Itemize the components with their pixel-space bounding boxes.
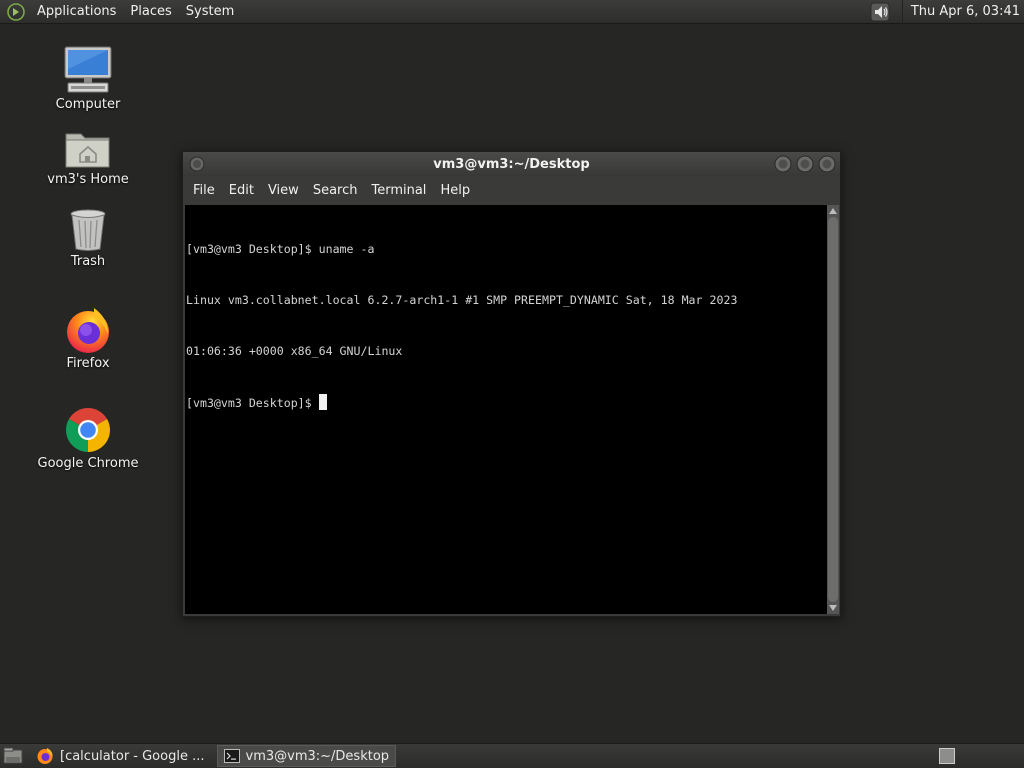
scrollbar-thumb[interactable] [828,217,838,602]
terminal-line: 01:06:36 +0000 x86_64 GNU/Linux [186,344,403,358]
menu-system[interactable]: System [179,0,241,24]
desktop-icon-home[interactable]: vm3's Home [33,128,143,187]
desktop-icon-label: Google Chrome [37,456,139,471]
desktop-icon-label: Trash [70,254,106,269]
taskbar-item-label: vm3@vm3:~/Desktop [245,748,390,764]
distro-logo-icon[interactable] [6,2,26,22]
window-menu-icon[interactable] [189,156,205,172]
bottom-panel: [calculator - Google ... vm3@vm3:~/Deskt… [0,743,1024,768]
terminal-scrollbar[interactable] [827,205,839,614]
minimize-icon[interactable] [774,155,792,173]
menu-edit[interactable]: Edit [222,176,261,205]
maximize-icon[interactable] [796,155,814,173]
menu-view[interactable]: View [261,176,306,205]
taskbar-item-label: [calculator - Google ... [60,748,205,764]
close-icon[interactable] [818,155,836,173]
top-panel-tray: Thu Apr 6, 03:41 [870,0,1024,24]
desktop-icon-firefox[interactable]: Firefox [33,306,143,371]
window-titlebar[interactable]: vm3@vm3:~/Desktop [183,152,840,176]
firefox-icon [37,748,53,764]
menu-help[interactable]: Help [433,176,477,205]
terminal-prompt: [vm3@vm3 Desktop]$ [186,396,319,410]
desktop-icon-trash[interactable]: Trash [33,208,143,269]
menu-search[interactable]: Search [306,176,365,205]
terminal-output[interactable]: [vm3@vm3 Desktop]$ uname -a Linux vm3.co… [185,205,827,614]
trash-icon [70,209,106,251]
top-menu-bar: Applications Places System [30,0,241,24]
scroll-up-arrow-icon[interactable] [827,205,839,217]
desktop-icon-computer[interactable]: Computer [33,45,143,112]
panel-clock[interactable]: Thu Apr 6, 03:41 [901,0,1024,24]
menu-terminal[interactable]: Terminal [364,176,433,205]
desktop-icon-label: vm3's Home [47,172,129,187]
window-title: vm3@vm3:~/Desktop [433,156,590,172]
desktop-icon-label: Computer [55,97,121,112]
terminal-menubar: File Edit View Search Terminal Help [183,176,840,205]
menu-places[interactable]: Places [123,0,178,24]
desktop-icon-chrome[interactable]: Google Chrome [33,406,143,471]
terminal-prompt-line: [vm3@vm3 Desktop]$ [186,394,826,412]
menu-applications[interactable]: Applications [30,0,123,24]
window-controls [774,155,836,173]
taskbar-item-terminal[interactable]: vm3@vm3:~/Desktop [216,745,397,767]
terminal-window: vm3@vm3:~/Desktop File Edit View Search … [182,151,841,617]
terminal-line: [vm3@vm3 Desktop]$ uname -a [186,242,375,256]
terminal-icon [223,749,240,763]
chrome-icon [66,408,110,452]
workspace-switcher[interactable] [939,748,955,764]
volume-icon[interactable] [870,1,892,23]
desktop-icon-label: Firefox [66,356,110,371]
computer-icon [64,46,112,93]
text-cursor [318,394,327,410]
firefox-icon [67,308,109,353]
home-folder-icon [65,133,110,168]
top-panel: Applications Places System Thu Apr 6, 03… [0,0,1024,24]
scroll-down-arrow-icon[interactable] [827,602,839,614]
taskbar-item-browser[interactable]: [calculator - Google ... [30,745,211,767]
show-desktop-icon[interactable] [2,745,24,767]
terminal-line: Linux vm3.collabnet.local 6.2.7-arch1-1 … [186,293,738,307]
menu-file[interactable]: File [186,176,222,205]
